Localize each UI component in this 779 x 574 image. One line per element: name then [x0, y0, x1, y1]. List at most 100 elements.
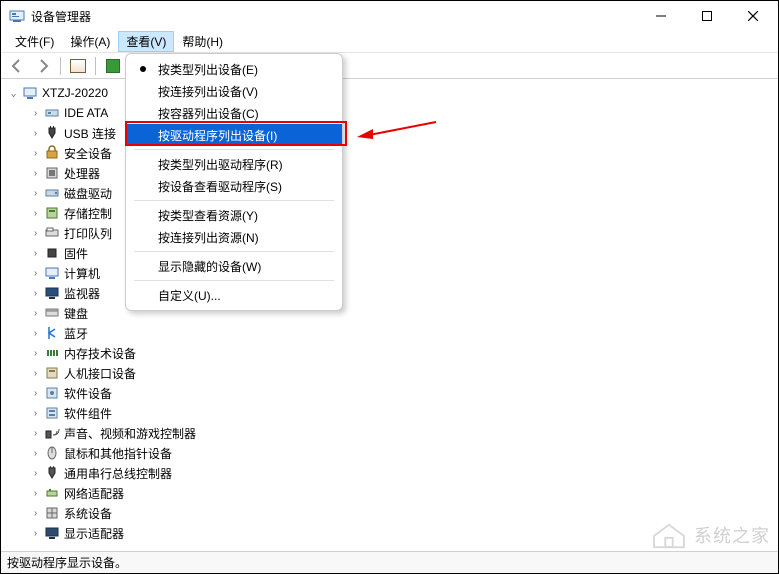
device-category-icon — [44, 285, 60, 301]
device-category-icon — [44, 365, 60, 381]
menu-action[interactable]: 操作(A) — [62, 31, 118, 52]
menu-file[interactable]: 文件(F) — [7, 31, 62, 52]
device-category-icon — [44, 145, 60, 161]
tree-item[interactable]: ›软件组件 — [29, 403, 778, 423]
expand-icon[interactable]: › — [29, 427, 42, 440]
tree-item[interactable]: ›人机接口设备 — [29, 363, 778, 383]
device-category-icon — [44, 445, 60, 461]
tree-item-label: 存储控制 — [64, 205, 112, 222]
minimize-button[interactable] — [638, 1, 684, 31]
tree-item-label: 通用串行总线控制器 — [64, 465, 172, 482]
menu-separator — [134, 251, 334, 252]
tree-item[interactable]: ›系统设备 — [29, 503, 778, 523]
maximize-button[interactable] — [684, 1, 730, 31]
menu-separator — [134, 280, 334, 281]
expand-icon[interactable]: › — [29, 347, 42, 360]
tree-item-label: 磁盘驱动 — [64, 185, 112, 202]
title-bar: 设备管理器 — [1, 1, 778, 31]
view-menu-item[interactable]: 自定义(U)... — [126, 284, 342, 306]
expand-icon[interactable]: › — [29, 507, 42, 520]
tree-item-label: 计算机 — [64, 265, 100, 282]
tree-item-label: USB 连接 — [64, 125, 116, 142]
menu-item-label: 自定义(U)... — [158, 287, 221, 304]
expand-icon[interactable]: › — [29, 247, 42, 260]
tree-item-label: 软件设备 — [64, 385, 112, 402]
content-area: ⌄ XTZJ-20220 ›IDE ATA›USB 连接›安全设备›处理器›磁盘… — [1, 79, 778, 551]
expand-icon[interactable]: › — [29, 267, 42, 280]
expand-icon[interactable]: › — [29, 527, 42, 540]
tree-root[interactable]: ⌄ XTZJ-20220 — [7, 83, 778, 103]
tree-item-label: 键盘 — [64, 305, 88, 322]
device-category-icon — [44, 465, 60, 481]
view-menu-item[interactable]: 按连接列出设备(V) — [126, 80, 342, 102]
toolbar-panel-button[interactable] — [66, 55, 90, 77]
tree-item[interactable]: ›鼠标和其他指针设备 — [29, 443, 778, 463]
menu-item-label: 按驱动程序列出设备(I) — [158, 127, 277, 144]
view-menu-dropdown[interactable]: 按类型列出设备(E)按连接列出设备(V)按容器列出设备(C) 按驱动程序列出设备(… — [125, 53, 343, 311]
view-menu-item[interactable]: 按类型查看资源(Y) — [126, 204, 342, 226]
back-button[interactable] — [5, 55, 29, 77]
expand-icon[interactable]: › — [29, 187, 42, 200]
tree-item[interactable]: › 显示适配器 — [29, 523, 778, 543]
expand-icon[interactable]: › — [29, 227, 42, 240]
device-category-icon — [44, 345, 60, 361]
tree-item[interactable]: › 软件设备 — [29, 383, 778, 403]
tree-item-label: 打印队列 — [64, 225, 112, 242]
tree-item-label: IDE ATA — [64, 106, 108, 120]
device-tree[interactable]: ⌄ XTZJ-20220 ›IDE ATA›USB 连接›安全设备›处理器›磁盘… — [1, 83, 778, 543]
menu-separator — [134, 200, 334, 201]
view-menu-item[interactable]: 显示隐藏的设备(W) — [126, 255, 342, 277]
forward-button[interactable] — [31, 55, 55, 77]
expand-icon[interactable]: › — [29, 387, 42, 400]
tree-item[interactable]: ›声音、视频和游戏控制器 — [29, 423, 778, 443]
menu-help[interactable]: 帮助(H) — [174, 31, 231, 52]
expand-icon[interactable]: › — [29, 147, 42, 160]
view-menu-item[interactable]: 按驱动程序列出设备(I) — [126, 124, 342, 146]
tree-item[interactable]: › 内存技术设备 — [29, 343, 778, 363]
device-category-icon — [44, 245, 60, 261]
device-category-icon — [44, 425, 60, 441]
view-menu-item[interactable]: 按连接列出资源(N) — [126, 226, 342, 248]
expand-icon[interactable]: › — [29, 407, 42, 420]
collapse-icon[interactable]: ⌄ — [7, 87, 20, 100]
tree-item-label: 处理器 — [64, 165, 100, 182]
expand-icon[interactable]: › — [29, 487, 42, 500]
status-text: 按驱动程序显示设备。 — [7, 554, 127, 571]
tree-item[interactable]: › 通用串行总线控制器 — [29, 463, 778, 483]
tree-item-label: 显示适配器 — [64, 525, 124, 542]
view-menu-item[interactable]: 按类型列出驱动程序(R) — [126, 153, 342, 175]
expand-icon[interactable]: › — [29, 207, 42, 220]
expand-icon[interactable]: › — [29, 367, 42, 380]
expand-icon[interactable]: › — [29, 467, 42, 480]
computer-icon — [22, 85, 38, 101]
close-button[interactable] — [730, 1, 776, 31]
tree-item-label: 固件 — [64, 245, 88, 262]
device-category-icon — [44, 125, 60, 141]
menu-view[interactable]: 查看(V) — [118, 31, 174, 52]
checked-indicator-icon — [140, 66, 146, 72]
expand-icon[interactable]: › — [29, 287, 42, 300]
device-category-icon — [44, 405, 60, 421]
device-category-icon — [44, 225, 60, 241]
tree-item[interactable]: › 网络适配器 — [29, 483, 778, 503]
expand-icon[interactable]: › — [29, 107, 42, 120]
device-category-icon — [44, 205, 60, 221]
toolbar: ? — [1, 53, 778, 79]
tree-item[interactable]: ›蓝牙 — [29, 323, 778, 343]
view-menu-item[interactable]: 按类型列出设备(E) — [126, 58, 342, 80]
toolbar-view-button[interactable] — [101, 55, 125, 77]
tree-item-label: 内存技术设备 — [64, 345, 136, 362]
view-menu-item[interactable]: 按设备查看驱动程序(S) — [126, 175, 342, 197]
expand-icon[interactable]: › — [29, 127, 42, 140]
device-category-icon — [44, 505, 60, 521]
expand-icon[interactable]: › — [29, 447, 42, 460]
device-category-icon — [44, 485, 60, 501]
device-category-icon — [44, 385, 60, 401]
tree-item-label: 网络适配器 — [64, 485, 124, 502]
expand-icon[interactable]: › — [29, 307, 42, 320]
window-title: 设备管理器 — [31, 8, 638, 25]
expand-icon[interactable]: › — [29, 327, 42, 340]
expand-icon[interactable]: › — [29, 167, 42, 180]
view-menu-item[interactable]: 按容器列出设备(C) — [126, 102, 342, 124]
menu-item-label: 按类型列出驱动程序(R) — [158, 156, 283, 173]
